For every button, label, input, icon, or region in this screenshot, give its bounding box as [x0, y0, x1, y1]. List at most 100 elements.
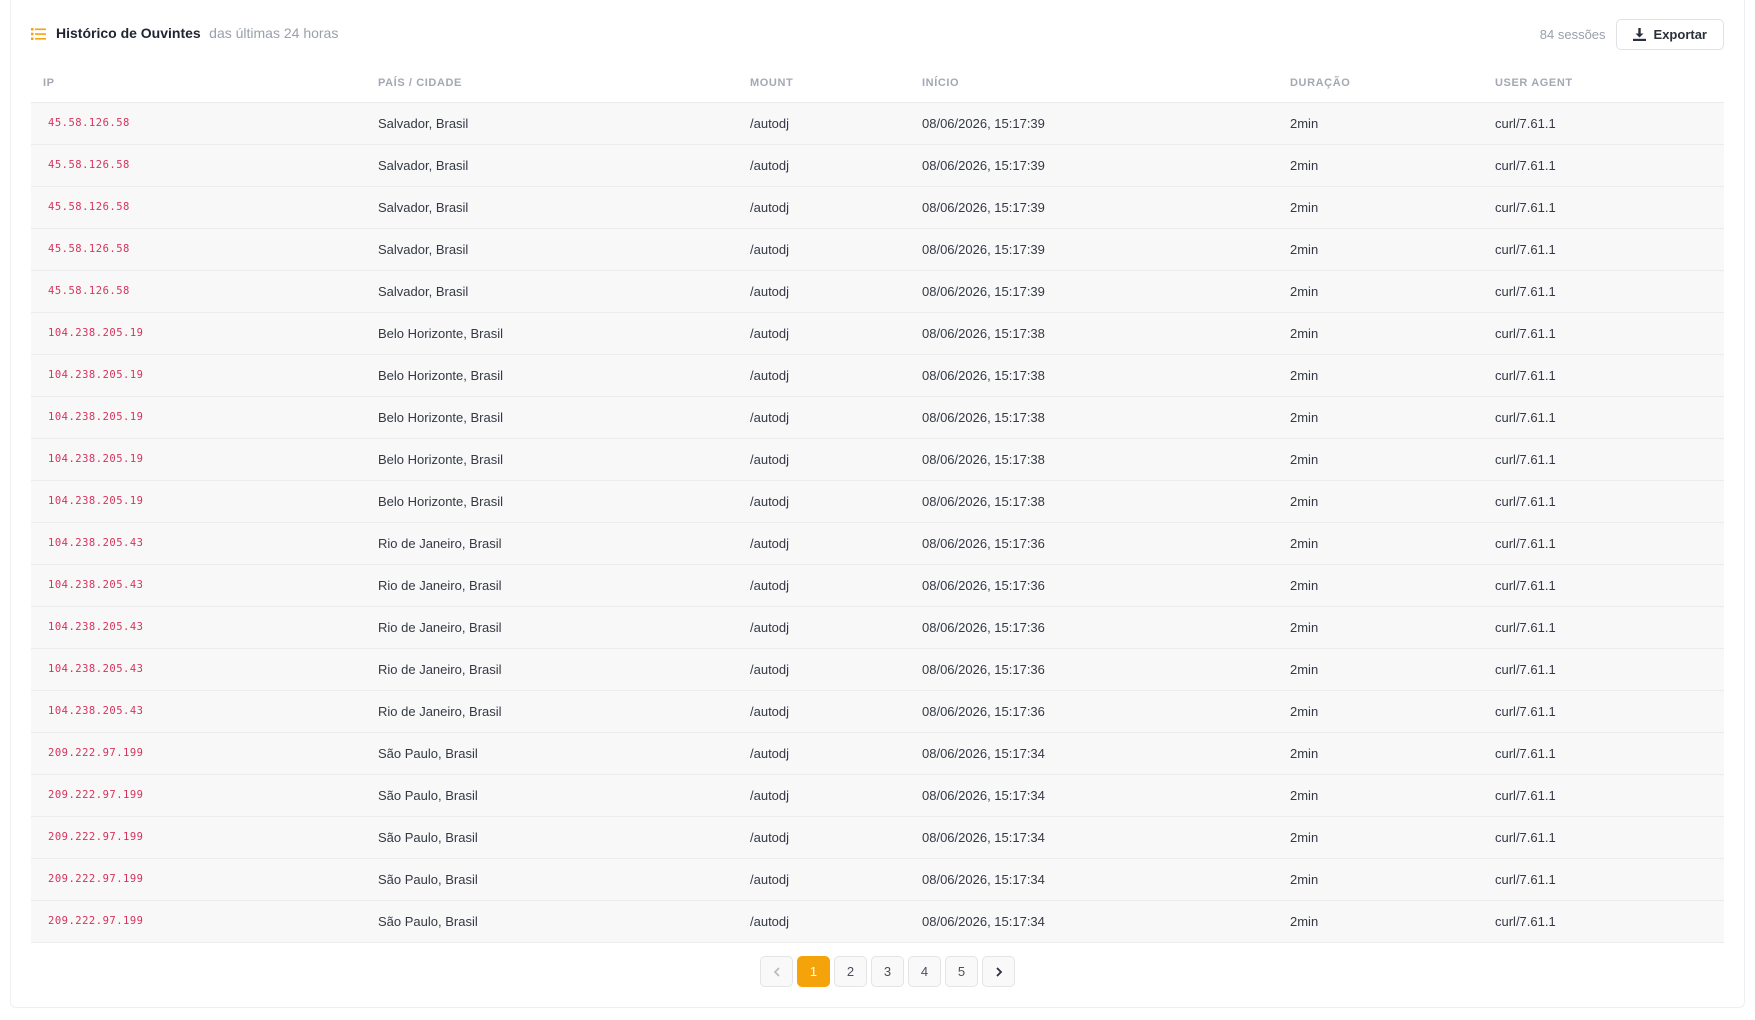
panel-header: Histórico de Ouvintes das últimas 24 hor… [31, 17, 1724, 51]
table-row: 209.222.97.199 São Paulo, Brasil/autodj 08… [31, 858, 1724, 900]
cell-user-agent: curl/7.61.1 [1495, 787, 1556, 803]
cell-duration: 2min [1290, 199, 1319, 215]
cell-duration: 2min [1290, 619, 1319, 635]
cell-duration: 2min [1290, 115, 1319, 131]
table-row: 104.238.205.19 Belo Horizonte, Brasil/aut… [31, 480, 1724, 522]
table-row: 209.222.97.199 São Paulo, Brasil/autodj 08… [31, 774, 1724, 816]
cell-start: 08/06/2026, 15:17:38 [922, 493, 1045, 509]
column-header-ip[interactable]: IP [31, 64, 366, 103]
cell-location: Rio de Janeiro, Brasil [378, 577, 502, 593]
cell-start: 08/06/2026, 15:17:34 [922, 871, 1045, 887]
export-button[interactable]: Exportar [1615, 18, 1724, 50]
column-header-start[interactable]: INÍCIO [910, 64, 1278, 103]
table-row: 45.58.126.58 Salvador, Brasil/autodj 08/06… [31, 228, 1724, 270]
cell-ip: 104.238.205.43 [48, 705, 144, 717]
cell-location: Belo Horizonte, Brasil [378, 493, 503, 509]
cell-ip: 104.238.205.19 [48, 369, 144, 381]
cell-mount: /autodj [750, 283, 790, 299]
cell-user-agent: curl/7.61.1 [1495, 871, 1556, 887]
cell-location: Belo Horizonte, Brasil [378, 367, 503, 383]
cell-mount: /autodj [750, 577, 790, 593]
cell-ip: 45.58.126.58 [48, 159, 130, 171]
table-row: 209.222.97.199 São Paulo, Brasil/autodj 08… [31, 816, 1724, 858]
listeners-table: IP PAÍS / CIDADE MOUNT INÍCIO DURAÇÃO US… [31, 64, 1724, 943]
cell-user-agent: curl/7.61.1 [1495, 325, 1556, 341]
cell-start: 08/06/2026, 15:17:34 [922, 745, 1045, 761]
column-header-location[interactable]: PAÍS / CIDADE [366, 64, 738, 103]
cell-duration: 2min [1290, 535, 1319, 551]
cell-mount: /autodj [750, 409, 790, 425]
cell-duration: 2min [1290, 493, 1319, 509]
cell-user-agent: curl/7.61.1 [1495, 283, 1556, 299]
page-subtitle: das últimas 24 horas [209, 25, 339, 41]
cell-user-agent: curl/7.61.1 [1495, 913, 1556, 929]
chevron-left-icon [771, 966, 783, 978]
cell-start: 08/06/2026, 15:17:34 [922, 829, 1045, 845]
cell-user-agent: curl/7.61.1 [1495, 241, 1556, 257]
cell-user-agent: curl/7.61.1 [1495, 493, 1556, 509]
cell-start: 08/06/2026, 15:17:38 [922, 451, 1045, 467]
cell-start: 08/06/2026, 15:17:36 [922, 619, 1045, 635]
cell-user-agent: curl/7.61.1 [1495, 451, 1556, 467]
cell-location: Rio de Janeiro, Brasil [378, 619, 502, 635]
table-row: 104.238.205.43 Rio de Janeiro, Brasil/aut… [31, 564, 1724, 606]
pagination: 1 2 3 4 5 [760, 956, 1015, 987]
table-row: 45.58.126.58 Salvador, Brasil/autodj 08/06… [31, 186, 1724, 228]
column-header-user-agent[interactable]: USER AGENT [1483, 64, 1724, 103]
cell-ip: 104.238.205.19 [48, 495, 144, 507]
table-row: 209.222.97.199 São Paulo, Brasil/autodj 08… [31, 900, 1724, 942]
page-button-5[interactable]: 5 [945, 956, 978, 987]
cell-user-agent: curl/7.61.1 [1495, 409, 1556, 425]
column-header-mount[interactable]: MOUNT [738, 64, 910, 103]
page-button-1[interactable]: 1 [797, 956, 830, 987]
table-row: 104.238.205.43 Rio de Janeiro, Brasil/aut… [31, 690, 1724, 732]
cell-ip: 209.222.97.199 [48, 789, 144, 801]
cell-ip: 104.238.205.43 [48, 579, 144, 591]
cell-location: Salvador, Brasil [378, 115, 469, 131]
page-button-2[interactable]: 2 [834, 956, 867, 987]
cell-mount: /autodj [750, 157, 790, 173]
cell-duration: 2min [1290, 451, 1319, 467]
download-icon [1632, 27, 1646, 41]
cell-start: 08/06/2026, 15:17:34 [922, 787, 1045, 803]
cell-ip: 209.222.97.199 [48, 831, 144, 843]
cell-mount: /autodj [750, 241, 790, 257]
cell-user-agent: curl/7.61.1 [1495, 115, 1556, 131]
next-page-button[interactable] [982, 956, 1015, 987]
cell-mount: /autodj [750, 367, 790, 383]
cell-ip: 45.58.126.58 [48, 201, 130, 213]
cell-location: Rio de Janeiro, Brasil [378, 703, 502, 719]
prev-page-button[interactable] [760, 956, 793, 987]
column-header-duration[interactable]: DURAÇÃO [1278, 64, 1483, 103]
cell-user-agent: curl/7.61.1 [1495, 745, 1556, 761]
cell-location: São Paulo, Brasil [378, 787, 478, 803]
cell-start: 08/06/2026, 15:17:39 [922, 115, 1045, 131]
table-header-row: IP PAÍS / CIDADE MOUNT INÍCIO DURAÇÃO US… [31, 64, 1724, 103]
cell-user-agent: curl/7.61.1 [1495, 157, 1556, 173]
page-button-3[interactable]: 3 [871, 956, 904, 987]
table-row: 104.238.205.43 Rio de Janeiro, Brasil/aut… [31, 522, 1724, 564]
cell-ip: 104.238.205.43 [48, 537, 144, 549]
title-group: Histórico de Ouvintes das últimas 24 hor… [31, 25, 338, 43]
cell-ip: 104.238.205.43 [48, 663, 144, 675]
cell-start: 08/06/2026, 15:17:38 [922, 367, 1045, 383]
cell-location: Salvador, Brasil [378, 199, 469, 215]
cell-user-agent: curl/7.61.1 [1495, 199, 1556, 215]
cell-user-agent: curl/7.61.1 [1495, 829, 1556, 845]
cell-duration: 2min [1290, 661, 1319, 677]
cell-mount: /autodj [750, 913, 790, 929]
export-label: Exportar [1653, 26, 1707, 42]
cell-mount: /autodj [750, 829, 790, 845]
cell-location: São Paulo, Brasil [378, 871, 478, 887]
cell-user-agent: curl/7.61.1 [1495, 619, 1556, 635]
cell-user-agent: curl/7.61.1 [1495, 367, 1556, 383]
cell-mount: /autodj [750, 199, 790, 215]
listener-history-panel: Histórico de Ouvintes das últimas 24 hor… [10, 0, 1745, 1008]
cell-duration: 2min [1290, 871, 1319, 887]
cell-start: 08/06/2026, 15:17:36 [922, 577, 1045, 593]
cell-ip: 45.58.126.58 [48, 243, 130, 255]
page-button-4[interactable]: 4 [908, 956, 941, 987]
chevron-right-icon [993, 966, 1005, 978]
table-body: 45.58.126.58 Salvador, Brasil/autodj 08/06… [31, 102, 1724, 942]
cell-duration: 2min [1290, 577, 1319, 593]
